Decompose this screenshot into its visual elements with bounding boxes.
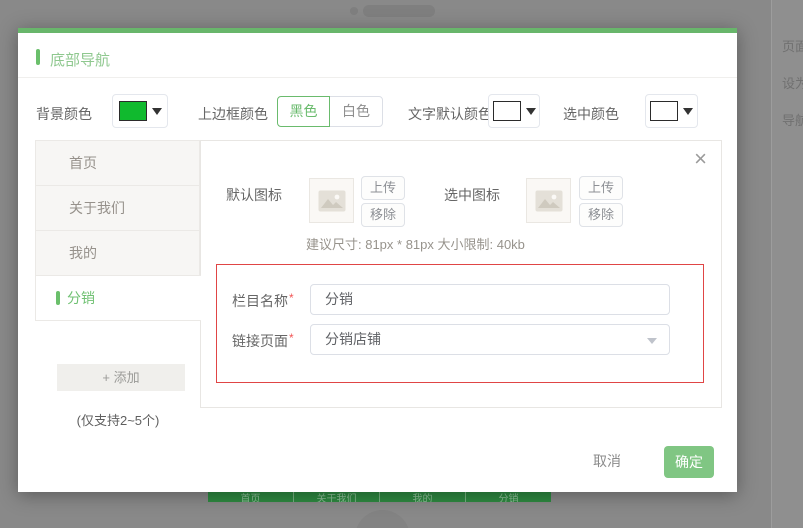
active-icon-label: 选中图标	[444, 187, 500, 203]
chevron-down-icon	[151, 107, 162, 115]
default-icon-upload-button[interactable]: 上传	[361, 176, 405, 200]
image-placeholder-icon	[535, 190, 562, 211]
add-tab-button[interactable]: + 添加	[57, 364, 185, 391]
required-asterisk: *	[289, 331, 294, 345]
tab-editor-panel: × 默认图标 上传 移除 选中图标 上传 移除 建议尺寸: 81px * 81p…	[200, 140, 722, 408]
icon-size-hint: 建议尺寸: 81px * 81px 大小限制: 40kb	[306, 237, 525, 252]
background-toggle-pill	[363, 5, 435, 17]
required-asterisk: *	[289, 291, 294, 305]
tab-about[interactable]: 关于我们	[35, 185, 200, 231]
nav-item-tabs: 首页 关于我们 我的 分销	[35, 140, 201, 321]
chevron-down-icon	[647, 338, 657, 344]
active-color-swatch	[650, 101, 678, 121]
background-menu-item: 导航	[782, 113, 803, 128]
active-tab-label: 分销	[67, 290, 95, 306]
text-color-picker[interactable]	[488, 94, 540, 128]
border-black-button[interactable]: 黑色	[277, 96, 330, 127]
dialog-header: 底部导航	[18, 33, 737, 78]
background-color-picker[interactable]	[112, 94, 168, 128]
name-field-label: 栏目名称*	[232, 291, 294, 311]
tab-limit-hint: (仅支持2~5个)	[76, 413, 160, 428]
active-icon-upload-button[interactable]: 上传	[579, 176, 623, 200]
default-icon-placeholder[interactable]	[309, 178, 354, 223]
background-menu-item: 设为	[782, 76, 803, 91]
active-color-picker[interactable]	[645, 94, 698, 128]
active-tab-marker	[56, 291, 60, 305]
title-accent-bar	[36, 49, 40, 65]
background-toggle-dot	[350, 7, 358, 15]
tab-distribution-active[interactable]: 分销	[35, 275, 201, 321]
link-page-select[interactable]: 分销店铺	[310, 324, 670, 355]
background-circle	[355, 510, 410, 528]
background-side-panel: 页面 设为 导航	[771, 0, 803, 528]
active-color-label: 选中颜色	[563, 106, 619, 122]
border-white-button[interactable]: 白色	[329, 96, 383, 127]
chevron-down-icon	[683, 107, 693, 115]
default-icon-remove-button[interactable]: 移除	[361, 203, 405, 227]
active-icon-remove-button[interactable]: 移除	[579, 203, 623, 227]
name-input[interactable]: 分销	[310, 284, 670, 315]
dialog-title: 底部导航	[50, 52, 111, 69]
name-field-label-text: 栏目名称	[232, 293, 288, 309]
tab-home[interactable]: 首页	[35, 140, 200, 186]
tab-mine[interactable]: 我的	[35, 230, 200, 276]
image-placeholder-icon	[318, 190, 345, 211]
chevron-down-icon	[525, 107, 536, 115]
bottom-nav-dialog: 底部导航 背景颜色 上边框颜色 黑色 白色 文字默认颜色 选中颜色 首页 关于我…	[18, 28, 737, 492]
link-field-label-text: 链接页面	[232, 333, 288, 349]
confirm-button[interactable]: 确定	[664, 446, 714, 478]
close-icon[interactable]: ×	[694, 148, 707, 170]
default-icon-label: 默认图标	[226, 187, 282, 203]
text-color-swatch	[492, 101, 521, 121]
link-page-selected-value: 分销店铺	[325, 331, 381, 347]
background-color-label: 背景颜色	[36, 106, 92, 122]
border-color-label: 上边框颜色	[198, 106, 268, 122]
link-field-label: 链接页面*	[232, 331, 294, 351]
required-fields-box: 栏目名称* 分销 链接页面* 分销店铺	[216, 264, 704, 383]
active-icon-placeholder[interactable]	[526, 178, 571, 223]
text-color-label: 文字默认颜色	[408, 106, 492, 122]
background-color-swatch	[118, 101, 147, 121]
cancel-button[interactable]: 取消	[584, 449, 630, 473]
background-menu-item: 页面	[782, 39, 803, 54]
